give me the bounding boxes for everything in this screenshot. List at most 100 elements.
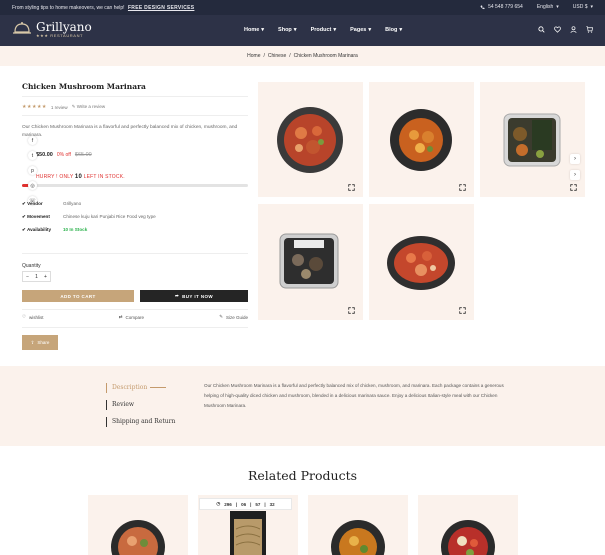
breadcrumb: Home / Chinese / Chicken Mushroom Marina… [0, 46, 605, 66]
write-review-label: Write a review [76, 104, 106, 109]
breadcrumb-separator: / [289, 53, 291, 59]
menu-item-shop[interactable]: Shop ▾ [278, 27, 297, 33]
product-actions: ♡ wishlist ⇄ Compare ✎ Size Guide [22, 314, 248, 320]
site-logo[interactable]: Grillyano ★★★ RESTAURANT [12, 20, 92, 38]
review-count[interactable]: 1 review [51, 105, 68, 110]
buy-now-label: BUY IT NOW [182, 293, 214, 299]
pinterest-icon[interactable]: p [28, 166, 37, 175]
quantity-decrease-button[interactable]: − [26, 274, 29, 280]
tab-shipping-and-return[interactable]: Shipping and Return [106, 417, 175, 427]
zoom-icon[interactable] [459, 307, 466, 314]
spec-key: ✔ Movement [22, 214, 50, 219]
gallery-image-1[interactable] [258, 82, 363, 197]
packaged-meal-image [279, 233, 339, 289]
stock-count: 10 [74, 174, 82, 180]
heart-icon: ♡ [22, 314, 27, 319]
spec-value: Grillyano [63, 201, 82, 206]
chevron-down-icon: ▾ [293, 27, 297, 33]
zoom-icon[interactable] [348, 184, 355, 191]
gallery-image-5[interactable] [369, 204, 474, 320]
menu-item-blog[interactable]: Blog ▾ [385, 27, 402, 33]
share-arrow-icon: ➦ [174, 293, 180, 298]
promo-message: From styling tips to home makeovers, we … [12, 5, 194, 11]
top-bar-right: 54 548 779 654 English ▾ USD $ ▾ [480, 4, 593, 10]
compare-icon: ⇄ [118, 314, 123, 319]
compare-link[interactable]: ⇄ Compare [119, 314, 144, 320]
top-bar: From styling tips to home makeovers, we … [0, 0, 605, 15]
language-value: English [536, 4, 554, 10]
divider [22, 309, 248, 310]
related-product-card[interactable] [88, 495, 188, 555]
share-button[interactable]: ⇪ Share [22, 335, 58, 350]
chevron-down-icon: ▾ [590, 4, 593, 10]
language-selector[interactable]: English ▾ [537, 4, 559, 10]
food-plate-image [111, 520, 165, 555]
instagram-icon[interactable]: ◎ [28, 181, 37, 190]
wishlist-link[interactable]: ♡ wishlist [22, 314, 44, 320]
divider [22, 327, 248, 328]
zoom-icon[interactable] [570, 184, 577, 191]
size-guide-link[interactable]: ✎ Size Guide [219, 314, 248, 320]
quantity-increase-button[interactable]: + [44, 274, 47, 280]
countdown-hours: 06 [241, 501, 247, 507]
zoom-icon[interactable] [459, 184, 466, 191]
tab-content-description: Our Chicken Mushroom Marinara is a flavo… [204, 383, 504, 408]
related-product-card[interactable] [418, 495, 518, 555]
spec-key: ✔ Vendor [22, 201, 43, 206]
food-plate-image [277, 107, 343, 173]
menu-label: Home [244, 27, 260, 33]
menu-item-home[interactable]: Home ▾ [244, 27, 264, 33]
countdown-seconds: 32 [269, 501, 275, 507]
tab-description[interactable]: Description [106, 383, 147, 393]
buy-now-button[interactable]: ➦ BUY IT NOW [140, 290, 248, 302]
countdown-separator: | [250, 501, 252, 507]
free-design-services-link[interactable]: FREE DESIGN SERVICES [128, 5, 194, 11]
breadcrumb-category[interactable]: Chinese [268, 53, 286, 59]
packaged-meal-image [230, 511, 266, 555]
countdown-days: 296 [224, 501, 232, 507]
cloche-logo-icon [13, 22, 31, 34]
quantity-value[interactable]: 1 [35, 274, 38, 280]
product-specs: ✔ Vendor Grillyano ✔ Movement Chinese ku… [22, 201, 248, 240]
menu-label: Product [310, 27, 332, 33]
add-to-cart-button[interactable]: ADD TO CART [22, 290, 134, 302]
spec-row-availability: ✔ Availability 10 In Stock [22, 227, 248, 233]
spec-row-vendor: ✔ Vendor Grillyano [22, 201, 248, 207]
phone-number[interactable]: 54 548 779 654 [480, 4, 523, 10]
menu-item-pages[interactable]: Pages ▾ [350, 27, 371, 33]
countdown-separator: | [264, 501, 266, 507]
user-icon[interactable] [570, 26, 577, 33]
breadcrumb-home[interactable]: Home [247, 53, 260, 59]
chevron-down-icon: ▾ [368, 27, 372, 33]
next-image-arrow-icon[interactable]: › [570, 154, 580, 164]
currency-selector[interactable]: USD $ ▾ [573, 4, 593, 10]
divider [22, 115, 248, 116]
stock-suffix: LEFT IN STOCK. [83, 174, 125, 180]
chevron-right-icon[interactable]: › [570, 170, 580, 180]
gallery-image-2[interactable] [369, 82, 474, 197]
search-icon[interactable] [538, 26, 545, 33]
quantity-label: Quantity [22, 263, 41, 269]
zoom-icon[interactable] [348, 307, 355, 314]
cart-icon[interactable] [586, 26, 593, 33]
menu-label: Pages [350, 27, 367, 33]
currency-value: USD $ [572, 4, 588, 10]
facebook-icon[interactable]: f [28, 136, 37, 145]
clock-icon: ◷ [216, 501, 221, 506]
social-share-rail: f t p ◎ ☏ [28, 136, 38, 205]
heart-icon[interactable] [554, 26, 561, 33]
stock-prefix: HURRY ! ONLY [36, 174, 74, 180]
menu-item-product[interactable]: Product ▾ [311, 27, 337, 33]
share-label: Share [37, 340, 50, 345]
food-plate-image [441, 520, 495, 555]
write-review-link[interactable]: ✎ Write a review [72, 104, 105, 110]
phone-text: 54 548 779 654 [488, 4, 523, 10]
ruler-icon: ✎ [219, 314, 223, 319]
chevron-down-icon: ▾ [556, 4, 559, 10]
tab-review[interactable]: Review [106, 400, 134, 410]
gallery-image-4[interactable] [258, 204, 363, 320]
related-product-card[interactable] [308, 495, 408, 555]
gallery-image-3[interactable] [480, 82, 585, 197]
stock-alert: HURRY ! ONLY 10 LEFT IN STOCK. [36, 174, 125, 180]
twitter-icon[interactable]: t [28, 151, 37, 160]
